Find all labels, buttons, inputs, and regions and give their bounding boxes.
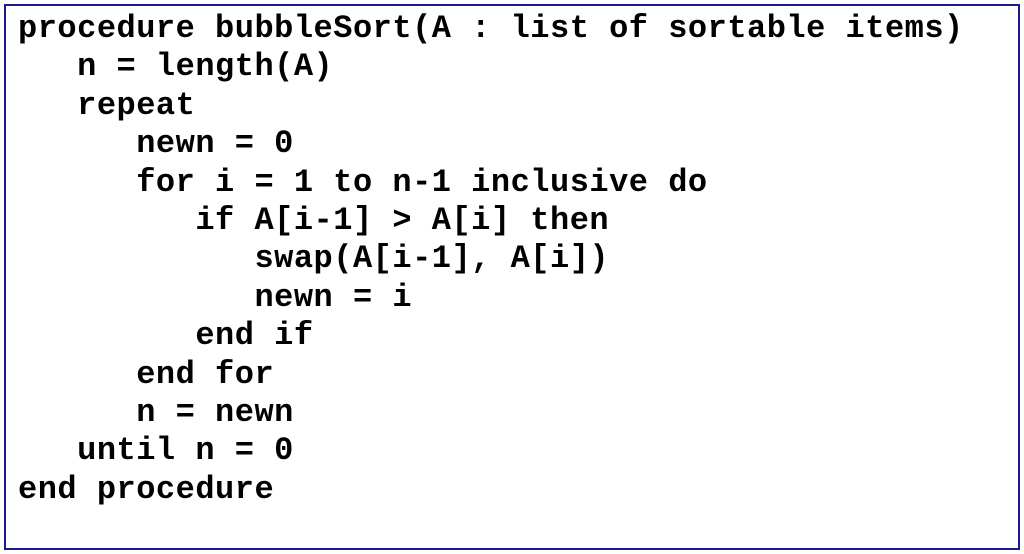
code-line-12: until n = 0 (18, 432, 1006, 470)
code-line-7: swap(A[i-1], A[i]) (18, 240, 1006, 278)
code-line-2: n = length(A) (18, 48, 1006, 86)
code-line-9: end if (18, 317, 1006, 355)
code-line-11: n = newn (18, 394, 1006, 432)
code-line-13: end procedure (18, 471, 1006, 509)
code-line-1: procedure bubbleSort(A : list of sortabl… (18, 10, 1006, 48)
code-line-6: if A[i-1] > A[i] then (18, 202, 1006, 240)
code-line-3: repeat (18, 87, 1006, 125)
code-line-5: for i = 1 to n-1 inclusive do (18, 164, 1006, 202)
pseudocode-container: procedure bubbleSort(A : list of sortabl… (4, 4, 1020, 550)
code-line-10: end for (18, 356, 1006, 394)
code-line-8: newn = i (18, 279, 1006, 317)
code-line-4: newn = 0 (18, 125, 1006, 163)
